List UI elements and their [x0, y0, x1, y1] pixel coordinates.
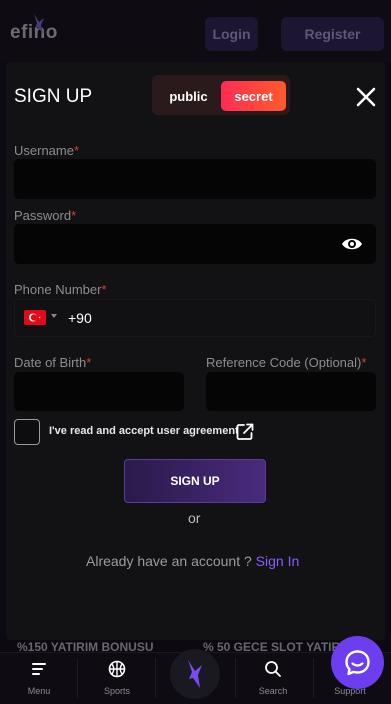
nav-divider	[313, 658, 314, 698]
username-label: Username*	[14, 143, 80, 158]
eye-icon[interactable]	[341, 236, 363, 252]
signin-link[interactable]: Sign In	[256, 553, 300, 569]
bird-logo-icon	[34, 14, 44, 34]
nav-divider	[155, 658, 156, 698]
signup-modal: SIGN UP public secret Username* Password…	[6, 62, 385, 640]
agreement-text: I've read and accept user agreement	[49, 425, 239, 437]
chat-button[interactable]	[331, 636, 384, 689]
nav-divider	[77, 658, 78, 698]
turkey-flag-icon[interactable]	[24, 310, 46, 325]
search-icon	[265, 661, 281, 677]
country-code: +90	[68, 310, 92, 326]
reference-label: Reference Code (Optional)*	[206, 355, 367, 370]
basketball-icon	[108, 660, 126, 678]
dob-label: Date of Birth*	[14, 355, 92, 370]
nav-search-label: Search	[258, 686, 288, 696]
reference-input[interactable]	[206, 372, 376, 411]
app-header: efino Login Register	[0, 0, 391, 62]
menu-icon	[32, 663, 46, 675]
login-button[interactable]: Login	[205, 17, 258, 51]
nav-search[interactable]: Search	[243, 653, 303, 704]
or-divider: or	[188, 510, 201, 526]
toggle-secret[interactable]: secret	[221, 81, 286, 111]
site-logo[interactable]: efino	[10, 14, 58, 44]
phone-label: Phone Number*	[14, 282, 107, 297]
password-input[interactable]	[14, 224, 376, 264]
agreement-checkbox[interactable]	[14, 419, 40, 445]
bird-logo-icon	[188, 660, 202, 688]
password-label: Password*	[14, 208, 77, 223]
nav-divider	[235, 658, 236, 698]
external-link-icon[interactable]	[235, 422, 255, 442]
register-button[interactable]: Register	[281, 17, 384, 51]
nav-home[interactable]	[170, 649, 220, 699]
close-icon[interactable]	[353, 84, 379, 110]
signin-prompt: Already have an account ? Sign In	[86, 553, 300, 569]
chevron-down-icon[interactable]	[51, 314, 57, 318]
dob-input[interactable]	[14, 372, 184, 411]
visibility-toggle[interactable]: public secret	[152, 75, 290, 115]
nav-sports-label: Sports	[103, 686, 130, 696]
chat-icon	[345, 650, 370, 676]
nav-menu-label: Menu	[27, 686, 51, 696]
nav-menu[interactable]: Menu	[9, 653, 69, 704]
username-input[interactable]	[14, 159, 376, 199]
nav-sports[interactable]: Sports	[87, 653, 147, 704]
phone-input[interactable]: +90	[14, 299, 376, 337]
toggle-public[interactable]: public	[156, 81, 221, 111]
modal-title: SIGN UP	[14, 86, 93, 107]
signup-submit-button[interactable]: SIGN UP	[124, 459, 266, 503]
